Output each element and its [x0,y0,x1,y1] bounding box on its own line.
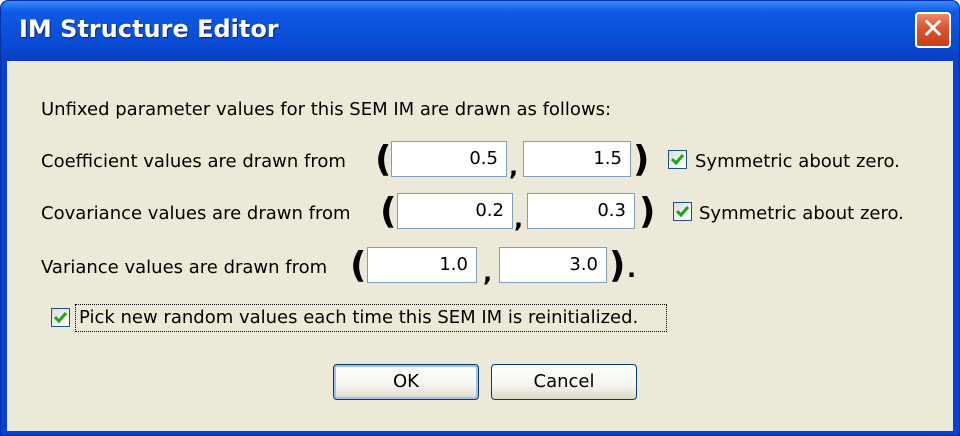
coefficient-symmetric-label[interactable]: Symmetric about zero. [695,151,900,172]
random-values-checkbox[interactable] [51,308,70,327]
close-paren: ) [633,139,650,180]
close-icon: ✕ [921,12,945,45]
dialog-body: Unfixed parameter values for this SEM IM… [7,61,953,431]
coefficient-label: Coefficient values are drawn from [41,151,346,172]
covariance-symmetric-checkbox[interactable] [673,202,692,221]
window-title: IM Structure Editor [19,15,279,43]
coefficient-high-input[interactable]: 1.5 [523,141,631,177]
variance-high-input[interactable]: 3.0 [499,247,607,283]
variance-label: Variance values are drawn from [41,257,328,278]
variance-low-input[interactable]: 1.0 [367,247,477,283]
covariance-label: Covariance values are drawn from [41,203,351,224]
comma: , [509,153,519,181]
checkmark-icon [676,206,689,218]
covariance-symmetric-label[interactable]: Symmetric about zero. [699,203,904,224]
close-button[interactable]: ✕ [915,12,951,48]
close-paren: ) [609,245,626,286]
checkmark-icon [54,312,67,324]
title-bar[interactable]: IM Structure Editor ✕ [1,1,959,61]
intro-text: Unfixed parameter values for this SEM IM… [41,99,612,120]
checkmark-icon [671,154,684,166]
period: . [627,255,637,283]
comma: , [483,259,493,287]
dialog-window: IM Structure Editor ✕ Unfixed parameter … [0,0,960,436]
cancel-button[interactable]: Cancel [491,364,637,400]
open-paren: ( [375,139,392,180]
covariance-low-input[interactable]: 0.2 [397,193,513,229]
open-paren: ( [350,245,367,286]
ok-button[interactable]: OK [333,364,479,400]
covariance-high-input[interactable]: 0.3 [527,193,635,229]
random-values-label[interactable]: Pick new random values each time this SE… [79,307,638,328]
coefficient-low-input[interactable]: 0.5 [391,141,507,177]
comma: , [514,205,524,233]
open-paren: ( [380,191,397,232]
coefficient-symmetric-checkbox[interactable] [668,150,687,169]
close-paren: ) [639,191,656,232]
